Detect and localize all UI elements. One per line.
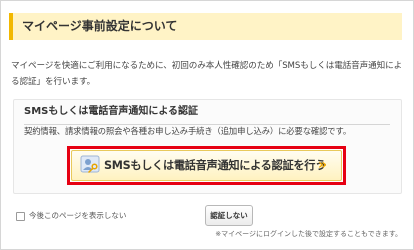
hide-page-label[interactable]: 今後このページを表示しない [29,209,126,223]
page-title: マイページ事前設定について [9,13,402,40]
auth-panel-description: 契約情報、請求情報の照会や各種お申し込み手続き（追加申し込み）に必要な確認です。 [24,126,352,136]
chevron-right-icon: » [318,157,327,173]
intro-text: マイページを快適にご利用になるために、初回のみ本人性確認のため「SMSもしくは電… [11,61,403,87]
note-text: ※マイページにログインした後で設定することもできます。 [215,230,402,238]
sms-auth-button-label: SMSもしくは電話音声通知による認証を行う [104,159,326,172]
skip-auth-button[interactable]: 認証しない [205,205,253,226]
auth-panel-title: SMSもしくは電話音声通知による認証 [24,105,390,125]
hide-page-checkbox[interactable] [16,212,25,221]
person-key-icon [80,154,100,174]
